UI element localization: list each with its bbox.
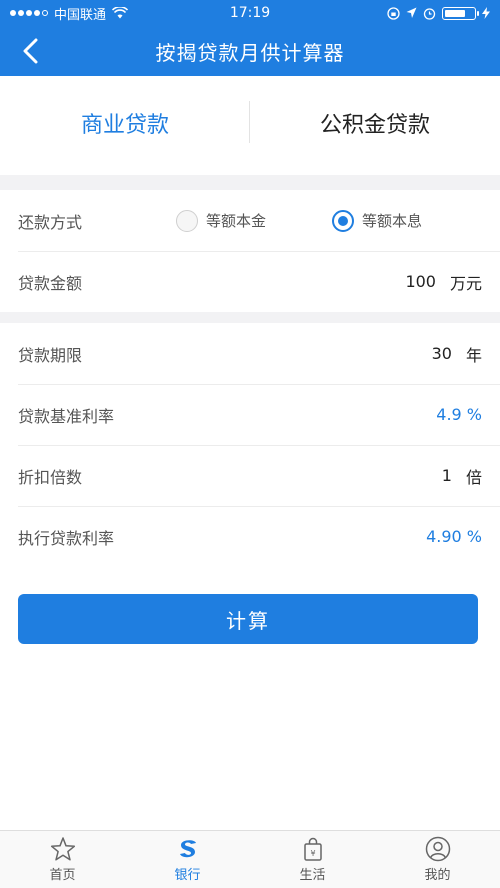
tab-commercial-loan[interactable]: 商业贷款 [0, 76, 250, 175]
base-rate-label: 贷款基准利率 [18, 406, 115, 426]
discount-row[interactable]: 折扣倍数 1 倍 [0, 445, 500, 506]
svg-text:¥: ¥ [310, 849, 315, 858]
page-title: 按揭贷款月供计算器 [155, 40, 345, 65]
radio-equal-principal-label: 等额本金 [206, 212, 267, 230]
loan-amount-unit: 万元 [449, 273, 482, 293]
radio-equal-installment-label: 等额本息 [362, 212, 423, 230]
tabbar-label-mine: 我的 [424, 868, 451, 883]
repayment-method-row: 还款方式 等额本金 等额本息 [0, 190, 500, 251]
loan-term-value: 30 年 [432, 342, 482, 366]
tabbar-label-home: 首页 [49, 868, 76, 883]
loan-term-row[interactable]: 贷款期限 30 年 [0, 323, 500, 384]
repayment-card: 还款方式 等额本金 等额本息 贷款金额 100 万元 [0, 190, 500, 312]
tab-provident-fund-loan[interactable]: 公积金贷款 [250, 76, 500, 175]
tabbar-item-mine[interactable]: 我的 [375, 831, 500, 888]
repayment-method-options: 等额本金 等额本息 [176, 190, 422, 251]
loan-term-input[interactable]: 30 [432, 344, 452, 363]
loan-term-label: 贷款期限 [18, 345, 83, 365]
tabbar-label-life: 生活 [299, 868, 326, 883]
content-blank-area [0, 668, 500, 830]
exec-rate-row: 执行贷款利率 4.90 % [0, 506, 500, 567]
loan-details-card: 贷款期限 30 年 贷款基准利率 4.9 % 折扣倍数 1 倍 执行贷款利率 4… [0, 323, 500, 668]
exec-rate-value: 4.90 % [426, 527, 482, 546]
star-icon [50, 837, 75, 861]
tabbar-item-life[interactable]: ¥ 生活 [250, 831, 375, 888]
shopping-bag-icon: ¥ [303, 837, 322, 861]
tabbar-label-bank: 银行 [174, 868, 201, 883]
base-rate-value[interactable]: 4.9 % [436, 405, 482, 424]
discount-input[interactable]: 1 [442, 466, 452, 485]
loan-term-unit: 年 [465, 345, 482, 365]
battery-icon [442, 6, 479, 20]
status-bar: 中国联通 17:19 [0, 0, 500, 26]
top-bar: 中国联通 17:19 按揭贷款月供计算器 [0, 0, 500, 76]
discount-value: 1 倍 [442, 464, 482, 488]
chevron-left-icon [23, 38, 38, 64]
loan-amount-input[interactable]: 100 [405, 272, 436, 291]
nav-bar: 按揭贷款月供计算器 [0, 26, 500, 76]
user-icon [425, 836, 450, 862]
back-button[interactable] [18, 38, 42, 64]
loan-amount-row[interactable]: 贷款金额 100 万元 [0, 251, 500, 312]
exec-rate-label: 执行贷款利率 [18, 528, 115, 548]
radio-equal-installment[interactable]: 等额本息 [332, 209, 423, 232]
loan-amount-value: 100 万元 [405, 270, 482, 294]
tabbar-item-home[interactable]: 首页 [0, 831, 125, 888]
base-rate-row[interactable]: 贷款基准利率 4.9 % [0, 384, 500, 445]
calculate-button[interactable]: 计算 [18, 594, 478, 644]
repayment-method-label: 还款方式 [18, 212, 83, 232]
radio-checked-icon [332, 209, 355, 232]
bank-logo-icon [179, 840, 196, 858]
status-time: 17:19 [229, 5, 271, 21]
discount-label: 折扣倍数 [18, 467, 83, 487]
discount-unit: 倍 [465, 467, 482, 487]
loan-amount-label: 贷款金额 [18, 273, 83, 293]
loan-type-tabs: 商业贷款 公积金贷款 [0, 76, 500, 175]
tabbar-item-bank[interactable]: 银行 [125, 831, 250, 888]
tab-divider [249, 101, 250, 143]
radio-equal-principal[interactable]: 等额本金 [176, 209, 267, 232]
radio-unchecked-icon [176, 209, 198, 232]
bottom-tab-bar: 首页 银行 ¥ 生活 我的 [0, 830, 500, 888]
